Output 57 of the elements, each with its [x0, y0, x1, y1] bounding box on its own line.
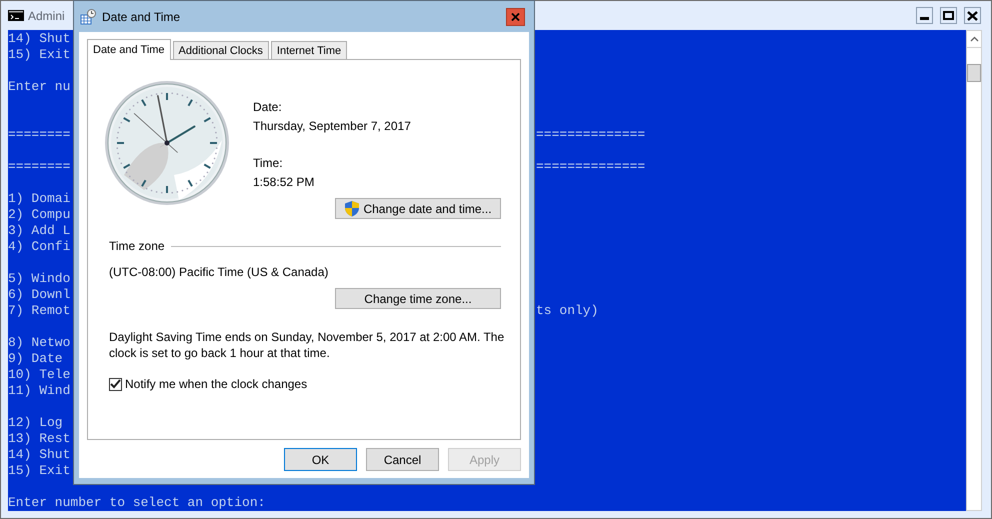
console-line: 5) Windo	[8, 271, 70, 286]
console-line: ==============	[536, 159, 646, 174]
console-line: ts only)	[536, 303, 598, 318]
console-line: 15) Exit	[8, 463, 70, 478]
console-line: 11) Wind	[8, 383, 70, 398]
console-line: 14) Shut	[8, 31, 70, 46]
console-line: Enter nu	[8, 79, 70, 94]
console-line: 8) Netwo	[8, 335, 70, 350]
scroll-thumb[interactable]	[967, 64, 981, 82]
console-line: 10) Tele	[8, 367, 70, 382]
console-line: 4) Confi	[8, 239, 70, 254]
checkbox-label: Notify me when the clock changes	[125, 377, 308, 391]
date-label: Date:	[253, 99, 283, 116]
close-icon	[511, 12, 520, 20]
console-line: 14) Shut	[8, 447, 70, 462]
console-line: ========	[8, 127, 70, 142]
window-title: Admini	[28, 8, 65, 22]
close-button[interactable]	[506, 8, 525, 26]
dialog-button[interactable]: OK	[284, 448, 357, 471]
console-line: ========	[8, 159, 70, 174]
dialog-button[interactable]: Cancel	[366, 448, 439, 471]
dst-notice: Daylight Saving Time ends on Sunday, November 5, 2017 at 2:00 AM. The clock is set to go back 1 hour at that time.	[109, 329, 506, 361]
console-line: 9) Date	[8, 351, 63, 366]
tab[interactable]: Date and Time	[87, 39, 171, 60]
tab[interactable]: Additional Clocks	[172, 41, 269, 59]
console-icon	[8, 10, 24, 21]
change-date-time-button[interactable]: Change date and time...	[335, 198, 501, 219]
console-line: 13) Rest	[8, 431, 70, 446]
group-heading: Time zone	[109, 239, 165, 253]
dialog-title: Date and Time	[102, 10, 180, 24]
close-icon	[967, 10, 978, 20]
console-line: 7) Remot	[8, 303, 70, 318]
scrollbar[interactable]	[966, 30, 982, 511]
check-icon	[110, 379, 121, 389]
time-value: 1:58:52 PM	[253, 174, 316, 191]
date-value: Thursday, September 7, 2017	[253, 118, 411, 135]
scroll-up-icon[interactable]	[970, 36, 978, 42]
checkbox[interactable]	[109, 378, 122, 390]
time-label: Time:	[253, 155, 284, 172]
shield-icon	[344, 200, 360, 217]
console-line: 15) Exit	[8, 47, 70, 62]
calendar-clock-icon	[80, 8, 96, 24]
console-line: 3) Add L	[8, 223, 70, 238]
console-line: Enter number to select an option:	[8, 495, 266, 510]
tab[interactable]: Internet Time	[270, 41, 348, 59]
maximize-icon	[943, 11, 954, 20]
close-button[interactable]	[964, 7, 981, 24]
time-zone-value: (UTC-08:00) Pacific Time (US & Canada)	[109, 265, 330, 279]
change-time-zone-button[interactable]: Change time zone...	[335, 288, 501, 309]
console-line: ==============	[536, 127, 646, 142]
maximize-button[interactable]	[940, 7, 957, 24]
console-line: 6) Downl	[8, 287, 70, 302]
console-line: 2) Compu	[8, 207, 70, 222]
console-line: 1) Domai	[8, 191, 70, 206]
minimize-icon	[920, 17, 929, 20]
minimize-button[interactable]	[916, 7, 933, 24]
console-line: 12) Log	[8, 415, 63, 430]
